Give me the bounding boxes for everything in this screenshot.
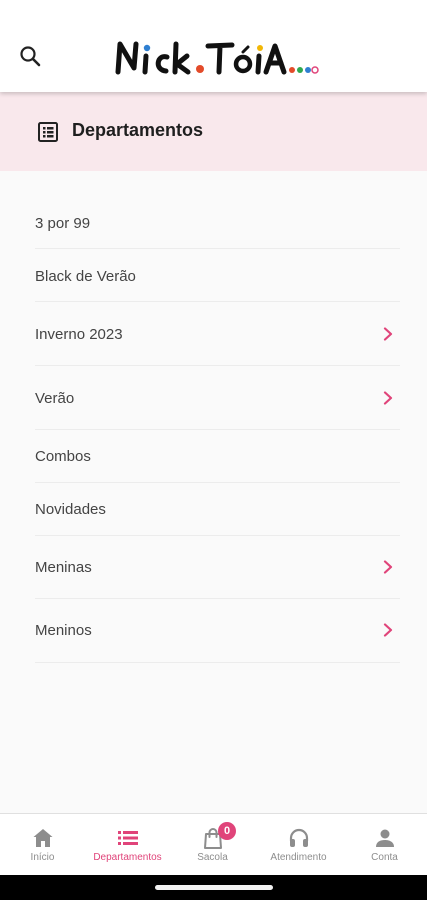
department-item-verao[interactable]: Verão (35, 366, 400, 430)
nav-label: Sacola (197, 852, 228, 863)
home-indicator[interactable] (155, 885, 273, 890)
department-label: Verão (35, 390, 75, 407)
page-title: Departamentos (72, 120, 204, 140)
nav-inicio[interactable]: Início (0, 814, 85, 876)
department-item-meninas[interactable]: Meninas (35, 536, 400, 599)
headset-icon (289, 828, 308, 847)
cart-count-badge: 0 (218, 822, 236, 840)
department-item-3-por-99[interactable]: 3 por 99 (35, 199, 400, 249)
list-alt-icon (38, 122, 58, 142)
department-label: Inverno 2023 (35, 326, 123, 343)
department-label: Meninas (35, 559, 92, 576)
app-header (0, 0, 427, 92)
nav-label: Departamentos (93, 852, 162, 863)
chevron-right-icon (383, 560, 393, 574)
home-icon (33, 829, 52, 847)
nav-atendimento[interactable]: Atendimento (256, 814, 341, 876)
chevron-right-icon (383, 391, 393, 405)
department-label: Black de Verão (35, 268, 136, 285)
department-label: Meninos (35, 622, 92, 639)
department-item-meninos[interactable]: Meninos (35, 599, 400, 663)
nav-label: Início (30, 852, 55, 863)
person-icon (375, 829, 394, 847)
department-label: Combos (35, 448, 91, 465)
department-item-black-de-verao[interactable]: Black de Verão (35, 249, 400, 302)
department-label: Novidades (35, 501, 106, 518)
search-button[interactable] (18, 44, 44, 70)
bottom-navigation: Início Departamentos 0 Sacola Atendiment… (0, 813, 427, 875)
department-item-novidades[interactable]: Novidades (35, 483, 400, 536)
chevron-right-icon (383, 327, 393, 341)
system-nav-bar (0, 875, 427, 900)
department-item-combos[interactable]: Combos (35, 430, 400, 483)
list-icon (117, 831, 138, 845)
departments-header (0, 92, 427, 171)
nav-departamentos[interactable]: Departamentos (85, 814, 170, 876)
chevron-right-icon (383, 623, 393, 637)
department-item-inverno-2023[interactable]: Inverno 2023 (35, 302, 400, 366)
department-label: 3 por 99 (35, 215, 91, 232)
nav-label: Conta (371, 852, 398, 863)
nav-conta[interactable]: Conta (342, 814, 427, 876)
brand-logo[interactable] (112, 38, 322, 82)
search-icon (20, 46, 41, 67)
nav-sacola[interactable]: 0 Sacola (170, 814, 255, 876)
nav-label: Atendimento (270, 852, 327, 863)
